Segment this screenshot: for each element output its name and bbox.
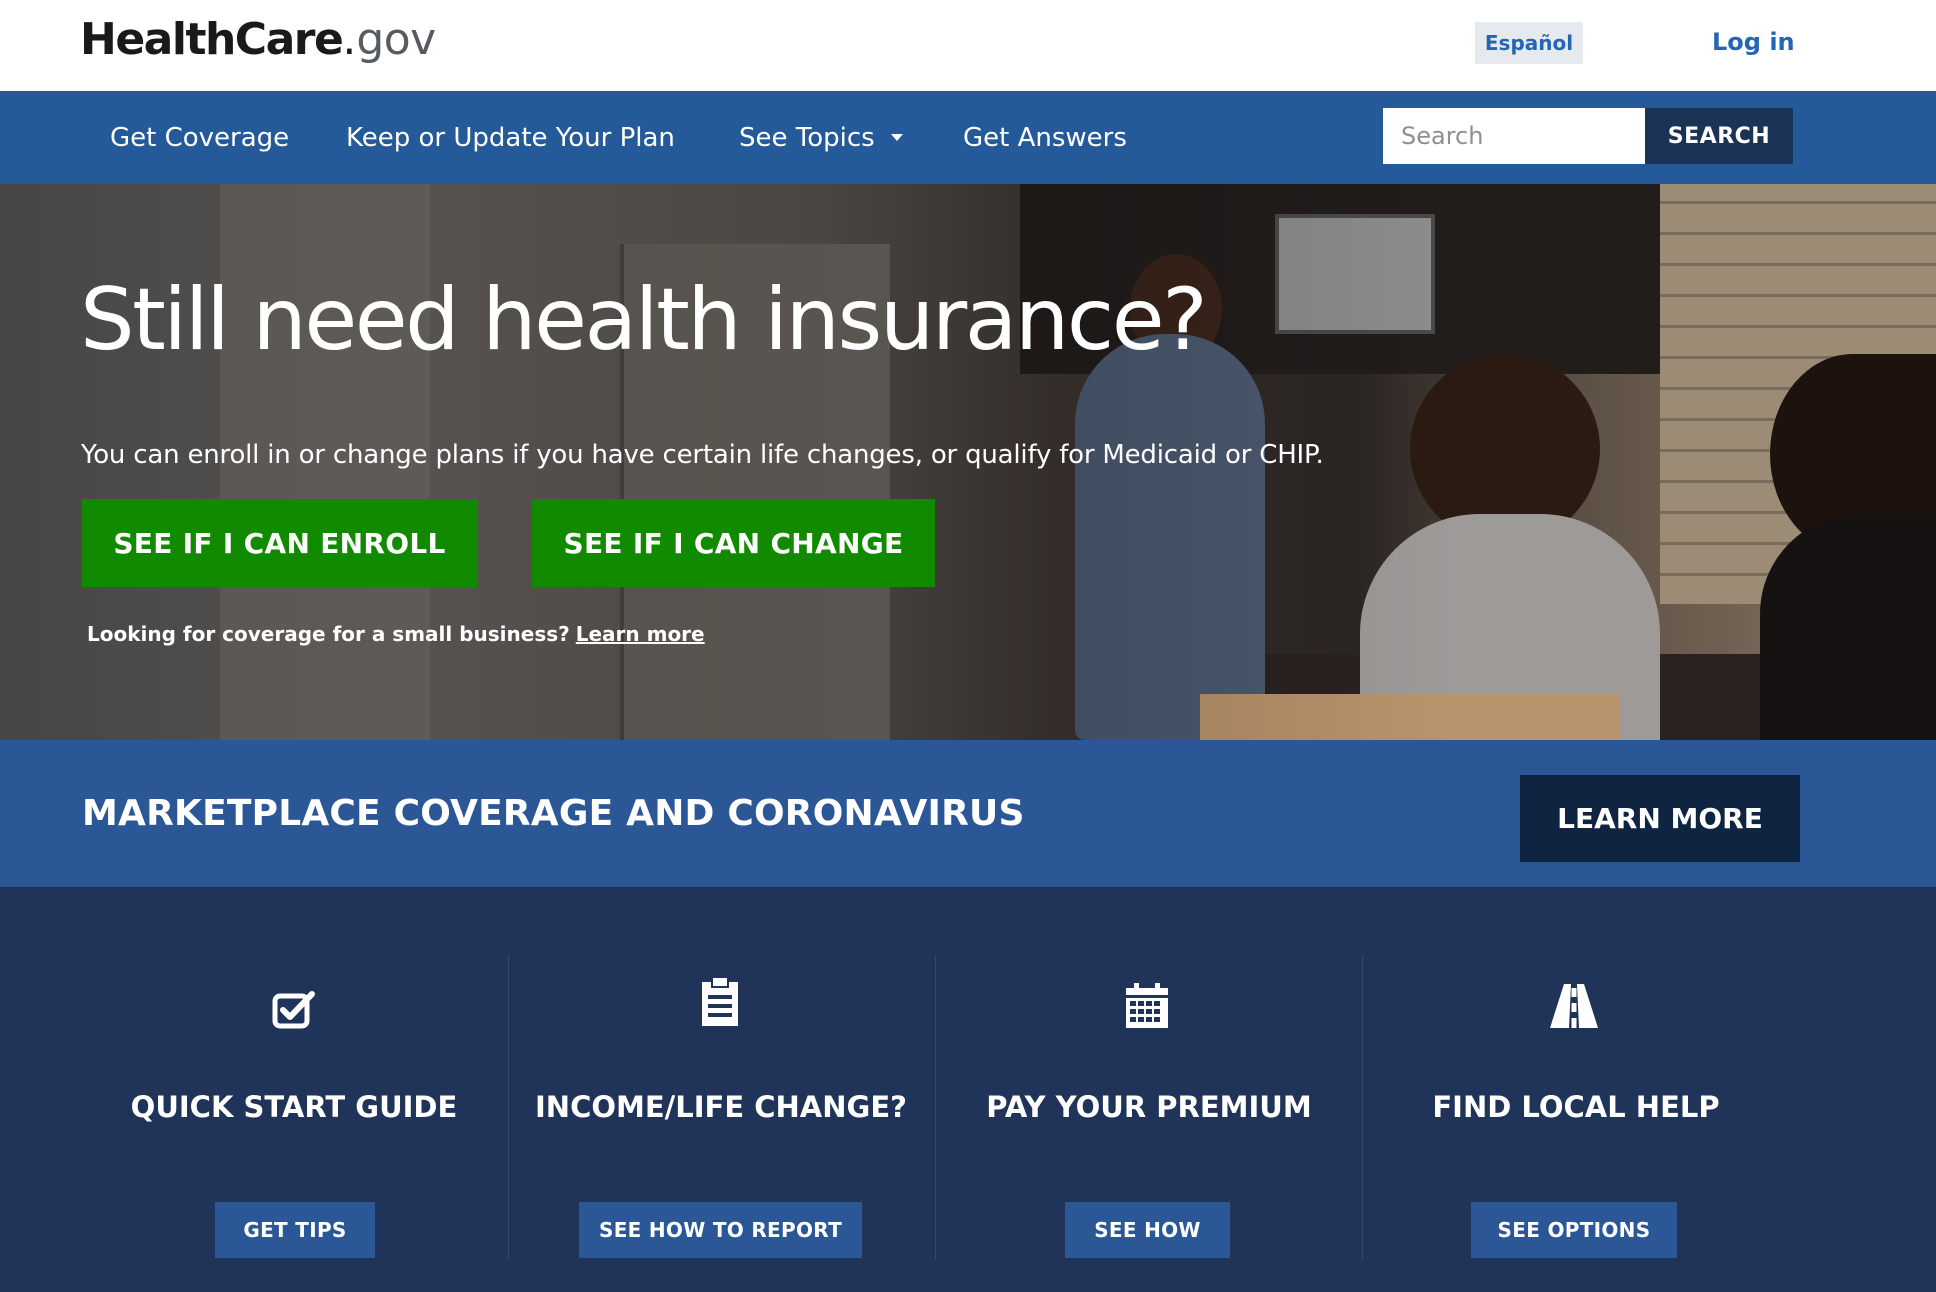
checkbox-icon [264, 980, 324, 1040]
nav-item-label: See Topics [739, 122, 875, 153]
calendar-icon [1117, 976, 1177, 1036]
card-divider [508, 955, 509, 1260]
nav-item-label: Get Coverage [110, 122, 290, 153]
card-title-income-life-change: INCOME/LIFE CHANGE? [535, 1090, 907, 1124]
nav-item-label: Get Answers [963, 122, 1127, 153]
caret-down-icon [890, 134, 903, 141]
logo-care: Care [234, 14, 344, 65]
espanol-language-button[interactable]: Español [1475, 22, 1583, 64]
card-divider [1362, 955, 1363, 1260]
search-button[interactable]: SEARCH [1645, 108, 1793, 164]
see-if-i-can-change-button[interactable]: SEE IF I CAN CHANGE [532, 499, 935, 587]
see-options-button[interactable]: SEE OPTIONS [1471, 1202, 1677, 1258]
see-how-button[interactable]: SEE HOW [1065, 1202, 1230, 1258]
card-title-find-local-help: FIND LOCAL HELP [1432, 1090, 1720, 1124]
nav-item-label: Keep or Update Your Plan [346, 122, 675, 153]
nav-item-get-answers[interactable]: Get Answers [963, 91, 1127, 184]
nav-item-keep-or-update[interactable]: Keep or Update Your Plan [346, 91, 675, 184]
search-input[interactable]: Search [1383, 108, 1645, 164]
healthcare-gov-logo[interactable]: Health Care . gov [80, 14, 436, 74]
card-title-quick-start: QUICK START GUIDE [130, 1090, 458, 1124]
see-how-to-report-button[interactable]: SEE HOW TO REPORT [579, 1202, 862, 1258]
hero-title: Still need health insurance? [80, 270, 1208, 370]
small-business-text: Looking for coverage for a small busines… [87, 622, 705, 646]
nav-item-get-coverage[interactable]: Get Coverage [110, 91, 289, 184]
site-header: Health Care . gov Español Log in [0, 0, 1936, 91]
learn-more-button[interactable]: LEARN MORE [1520, 775, 1800, 862]
get-tips-button[interactable]: GET TIPS [215, 1202, 375, 1258]
clipboard-icon [690, 972, 750, 1032]
see-if-i-can-enroll-button[interactable]: SEE IF I CAN ENROLL [82, 499, 477, 587]
hero-subtitle: You can enroll in or change plans if you… [81, 440, 1324, 470]
nav-item-see-topics[interactable]: See Topics [739, 91, 903, 184]
logo-gov: gov [356, 14, 436, 65]
logo-dot: . [342, 14, 357, 65]
login-link[interactable]: Log in [1712, 28, 1795, 56]
small-business-learn-more-link[interactable]: Learn more [576, 622, 705, 646]
card-divider [935, 955, 936, 1260]
small-business-label: Looking for coverage for a small busines… [87, 622, 570, 646]
card-title-pay-your-premium: PAY YOUR PREMIUM [986, 1090, 1312, 1124]
logo-health: Health [80, 14, 236, 65]
search-placeholder: Search [1401, 122, 1484, 150]
banner-title: MARKETPLACE COVERAGE AND CORONAVIRUS [82, 793, 1025, 834]
road-icon [1544, 976, 1604, 1036]
